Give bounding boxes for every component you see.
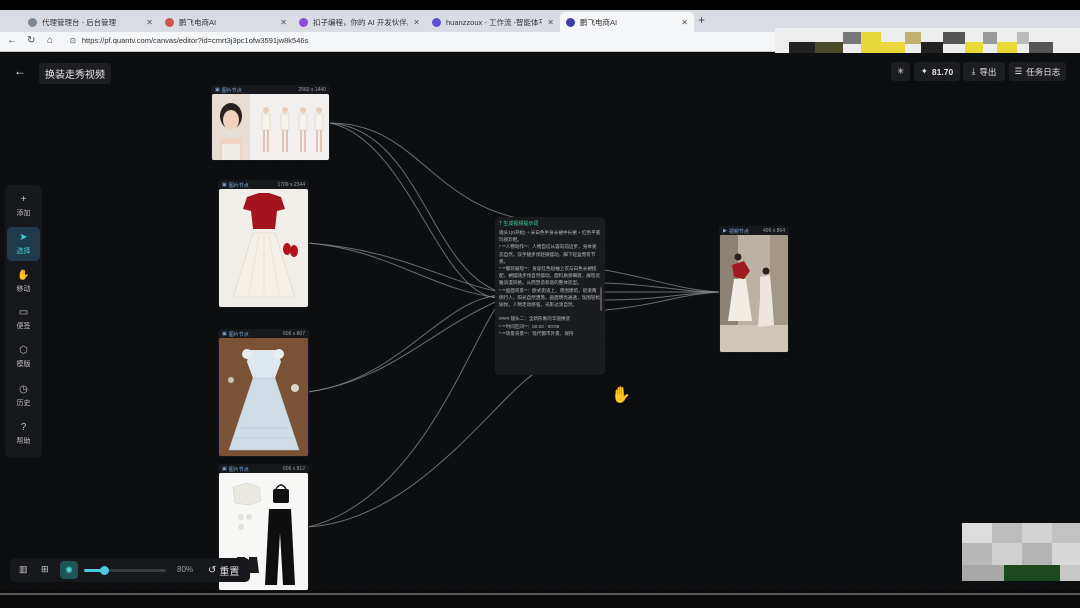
- image-icon: ▣: [222, 182, 227, 188]
- edge-link: [307, 301, 501, 528]
- node-label: 视频节点: [728, 228, 749, 235]
- image-icon: ▣: [222, 331, 227, 337]
- edge-link: [307, 242, 501, 293]
- node-size: 606 x 807: [283, 331, 305, 337]
- image-icon: ▣: [222, 466, 227, 472]
- plus-icon: +: [20, 193, 27, 205]
- image-node[interactable]: ▣ 图片节点 2560 x 1440: [211, 85, 330, 161]
- sun-icon: ✳: [896, 66, 905, 76]
- hand-cursor-icon: ✋: [611, 387, 631, 404]
- export-button[interactable]: ⤓ 导出: [963, 62, 1005, 81]
- note-icon: ▭: [18, 306, 29, 318]
- project-title[interactable]: 换装走秀视频: [39, 63, 111, 84]
- left-toolbar: + 添加 ➤ 选择 ✋ 移动 ▭ 便签 ⬡ 模版 ◷ 历史 ? 帮助: [5, 185, 42, 458]
- tool-move[interactable]: ✋ 移动: [7, 265, 40, 299]
- hand-icon: ✋: [17, 269, 30, 281]
- edge-link: [604, 269, 721, 293]
- tool-template[interactable]: ⬡ 模版: [7, 340, 40, 374]
- prompt-text-node[interactable]: T 生成视频提示词 镜头1(0开始) + 米白色半身长裙中长裙 + 红色平底玛丽…: [495, 217, 605, 375]
- node-label: 图片节点: [221, 87, 242, 94]
- edge-link: [307, 242, 501, 299]
- edge-link: [307, 299, 501, 393]
- node-label: 图片节点: [228, 331, 249, 338]
- video-icon: ▶: [723, 228, 727, 234]
- edge-link: [307, 294, 501, 393]
- clock-icon: ◷: [19, 383, 28, 395]
- tool-label: 历史: [16, 399, 31, 407]
- zoom-controls: ▥ ⊞ ✺ 80% ↺ 重置: [10, 558, 250, 582]
- tool-select[interactable]: ➤ 选择: [7, 227, 40, 261]
- export-label: 导出: [979, 66, 997, 77]
- tool-help[interactable]: ? 帮助: [7, 417, 40, 451]
- video-node[interactable]: ▶ 视频节点 496 x 864: [719, 226, 789, 353]
- zoom-slider[interactable]: [84, 566, 166, 575]
- cursor-icon: ➤: [19, 231, 28, 243]
- tool-label: 帮助: [16, 437, 31, 445]
- tool-label: 添加: [16, 209, 31, 217]
- reset-button[interactable]: ↺ 重置: [208, 563, 239, 578]
- edge-link: [329, 122, 501, 293]
- tool-add[interactable]: + 添加: [7, 189, 40, 223]
- download-icon: ⤓: [971, 66, 976, 76]
- blue-dress-image: [219, 338, 308, 456]
- character-sheet-image: [212, 94, 324, 160]
- edge-link: [604, 291, 721, 311]
- mosaic-overlay-bottom: [962, 523, 1080, 581]
- image-icon: ▣: [215, 87, 220, 93]
- task-log-label: 任务日志: [1026, 66, 1061, 77]
- node-image: [219, 189, 308, 307]
- grid-layout-icon[interactable]: ⊞: [41, 564, 49, 575]
- theme-toggle-button[interactable]: ✳: [891, 62, 910, 81]
- image-node[interactable]: ▣ 图片节点 606 x 807: [218, 329, 309, 457]
- node-size: 2560 x 1440: [298, 87, 326, 93]
- text-node-scrollbar[interactable]: [600, 287, 602, 311]
- outfit-red-white-image: [232, 193, 298, 298]
- log-icon: ☰: [1014, 66, 1023, 76]
- text-node-title: 生成视频提示词: [503, 221, 539, 227]
- node-image: [212, 94, 329, 160]
- node-image: [219, 338, 308, 456]
- credits-value: 81.70: [931, 66, 954, 77]
- sparkle-icon: ✦: [920, 66, 928, 76]
- node-label: 图片节点: [228, 182, 249, 189]
- node-size: 606 x 812: [283, 466, 305, 472]
- node-video-frame: [720, 235, 788, 352]
- node-size: 1709 x 2344: [277, 182, 305, 188]
- text-node-body: 镜头1(0开始) + 米白色半身长裙中长裙 + 红色平底玛丽珍鞋。 * **人物…: [499, 230, 601, 336]
- back-arrow-icon[interactable]: ←: [14, 64, 26, 78]
- edge-link: [307, 369, 541, 528]
- tool-history[interactable]: ◷ 历史: [7, 379, 40, 413]
- task-log-button[interactable]: ☰ 任务日志: [1009, 62, 1066, 81]
- cube-icon: ⬡: [19, 344, 28, 356]
- reset-icon: ↺: [208, 565, 217, 576]
- zoom-value: 80%: [177, 565, 194, 574]
- reset-label: 重置: [219, 567, 240, 578]
- window-bottom-edge: [0, 591, 1080, 608]
- runway-video-frame: [720, 235, 788, 352]
- text-icon: T: [499, 221, 502, 227]
- credits-badge[interactable]: ✦ 81.70: [914, 62, 960, 81]
- tool-note[interactable]: ▭ 便签: [7, 302, 40, 336]
- image-node[interactable]: ▣ 图片节点 1709 x 2344: [218, 180, 309, 308]
- ai-assist-button[interactable]: ✺: [60, 561, 78, 579]
- brain-icon: ✺: [65, 564, 73, 575]
- tool-label: 模版: [16, 360, 31, 368]
- minimap-icon[interactable]: ▥: [19, 564, 28, 575]
- edge-link: [329, 122, 501, 299]
- node-size: 496 x 864: [763, 228, 785, 234]
- help-icon: ?: [20, 421, 27, 433]
- tool-label: 移动: [16, 285, 31, 293]
- zoom-slider-handle[interactable]: [100, 566, 109, 575]
- node-label: 图片节点: [228, 466, 249, 473]
- tool-label: 便签: [16, 322, 31, 330]
- tool-label: 选择: [16, 247, 31, 255]
